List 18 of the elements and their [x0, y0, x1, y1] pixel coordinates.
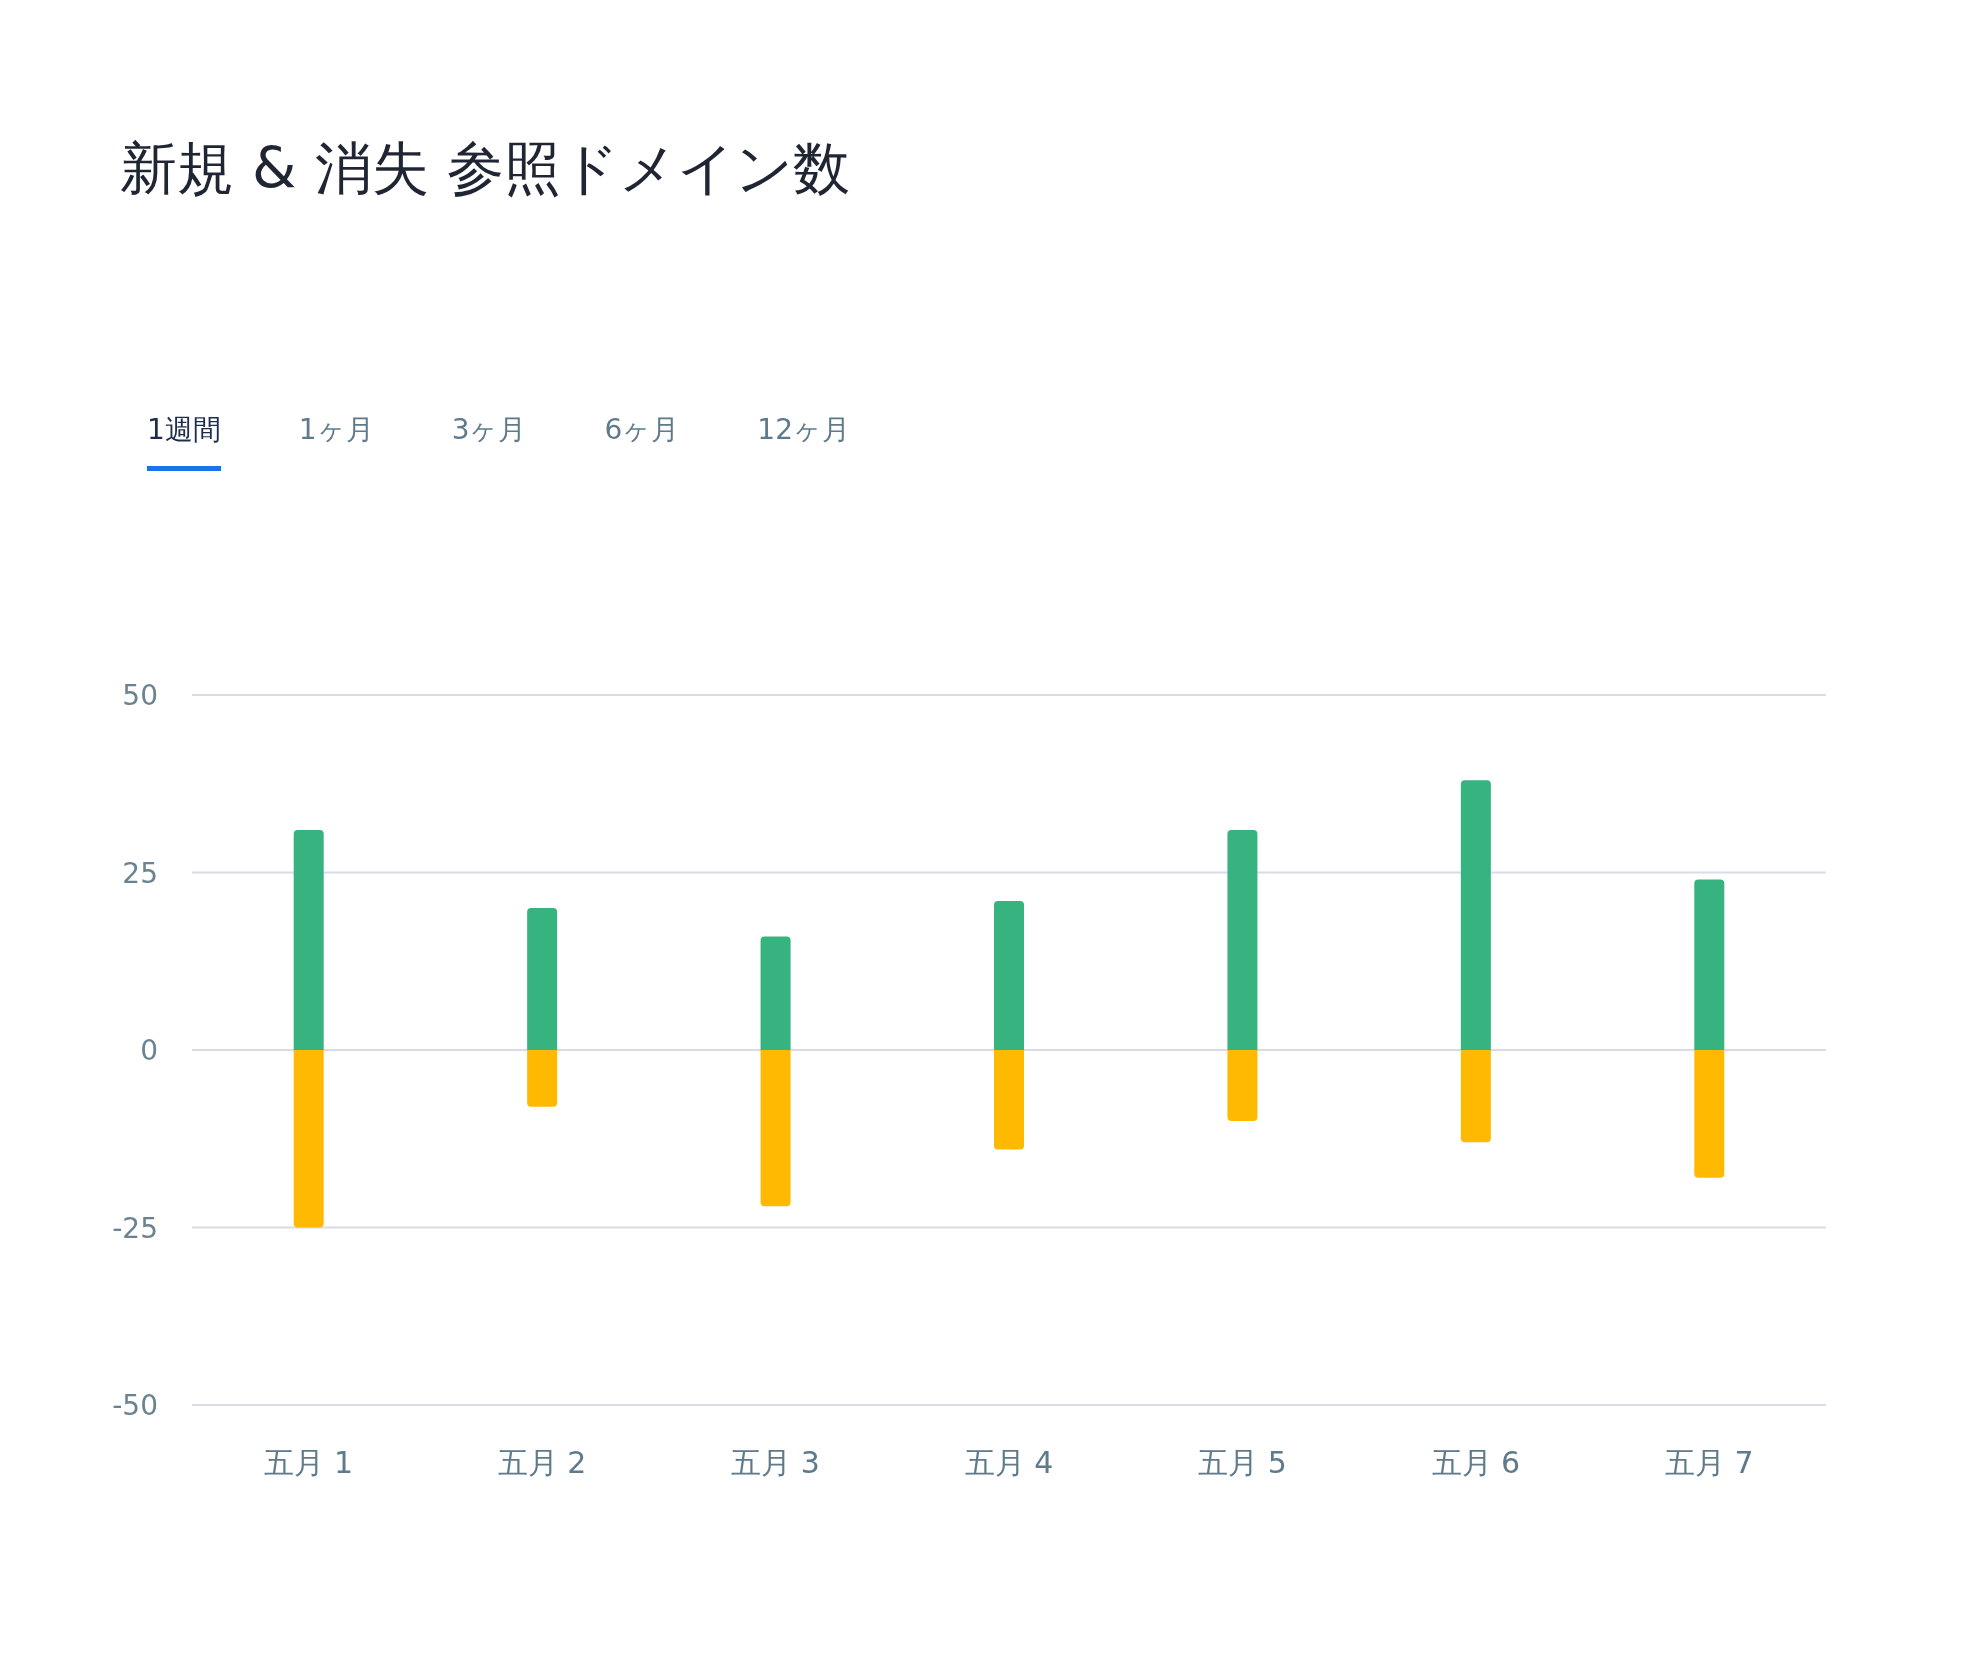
x-axis-label: 五月 2 [497, 1445, 587, 1480]
y-axis-label: -25 [112, 1211, 158, 1245]
x-axis-label: 五月 7 [1664, 1445, 1754, 1480]
period-tab[interactable]: 1週間 [147, 410, 221, 471]
y-axis-label: -50 [112, 1389, 158, 1422]
x-axis-label: 五月 3 [731, 1445, 820, 1480]
x-axis-label: 五月 4 [964, 1445, 1054, 1480]
period-tab[interactable]: 12ヶ月 [757, 410, 850, 471]
y-axis-label: 50 [122, 679, 158, 712]
y-axis-label: 0 [140, 1034, 158, 1067]
x-axis-label: 五月 6 [1431, 1445, 1521, 1480]
period-tab[interactable]: 3ヶ月 [451, 410, 527, 471]
y-axis-label: 25 [122, 856, 158, 890]
x-axis-label: 五月 5 [1198, 1445, 1287, 1480]
chart-title: 新規 & 消失 参照ドメイン数 [120, 136, 850, 200]
period-tab[interactable]: 6ヶ月 [604, 410, 680, 471]
period-tab[interactable]: 1ヶ月 [298, 410, 374, 471]
x-axis-label: 五月 1 [264, 1445, 354, 1480]
